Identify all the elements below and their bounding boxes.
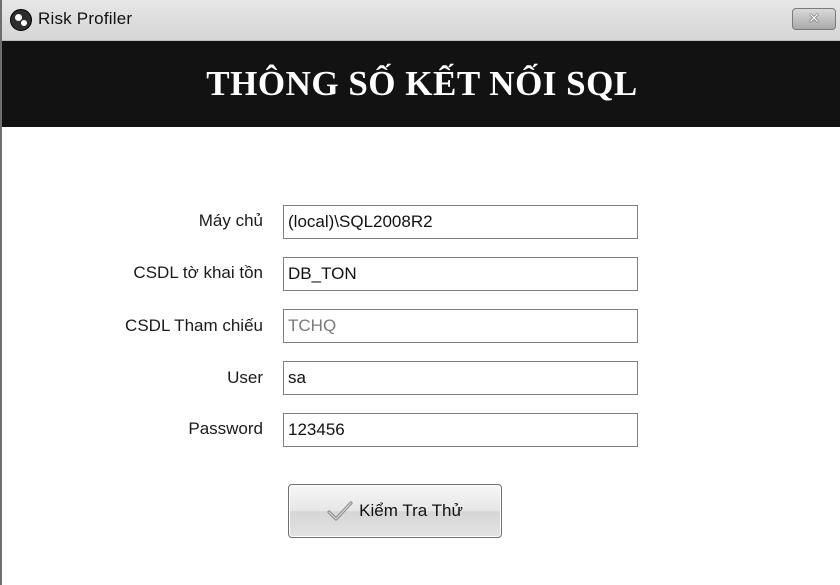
user-input[interactable]	[283, 361, 638, 395]
server-input[interactable]	[283, 205, 638, 239]
checkmark-icon	[327, 501, 353, 521]
title-bar[interactable]: Risk Profiler ✕	[2, 0, 840, 41]
window-title: Risk Profiler	[38, 9, 133, 28]
page-title: THÔNG SỐ KẾT NỐI SQL	[206, 64, 638, 103]
server-label: Máy chủ	[198, 211, 263, 230]
header-banner: THÔNG SỐ KẾT NỐI SQL	[2, 41, 840, 127]
test-connection-button[interactable]: Kiểm Tra Thử	[288, 484, 502, 538]
pending-declaration-db-label: CSDL tờ khai tồn	[133, 263, 263, 282]
pending-declaration-db-input[interactable]	[283, 257, 638, 291]
test-connection-label: Kiểm Tra Thử	[359, 501, 463, 520]
reference-db-input[interactable]	[283, 309, 638, 343]
reference-db-label: CSDL Tham chiếu	[125, 316, 263, 335]
password-label: Password	[188, 419, 263, 438]
app-icon	[10, 9, 32, 31]
close-icon: ✕	[808, 11, 820, 27]
password-input[interactable]	[283, 413, 638, 447]
risk-profiler-window: Risk Profiler ✕ THÔNG SỐ KẾT NỐI SQL Máy…	[0, 0, 840, 585]
user-label: User	[227, 368, 263, 387]
close-button[interactable]: ✕	[792, 8, 836, 30]
